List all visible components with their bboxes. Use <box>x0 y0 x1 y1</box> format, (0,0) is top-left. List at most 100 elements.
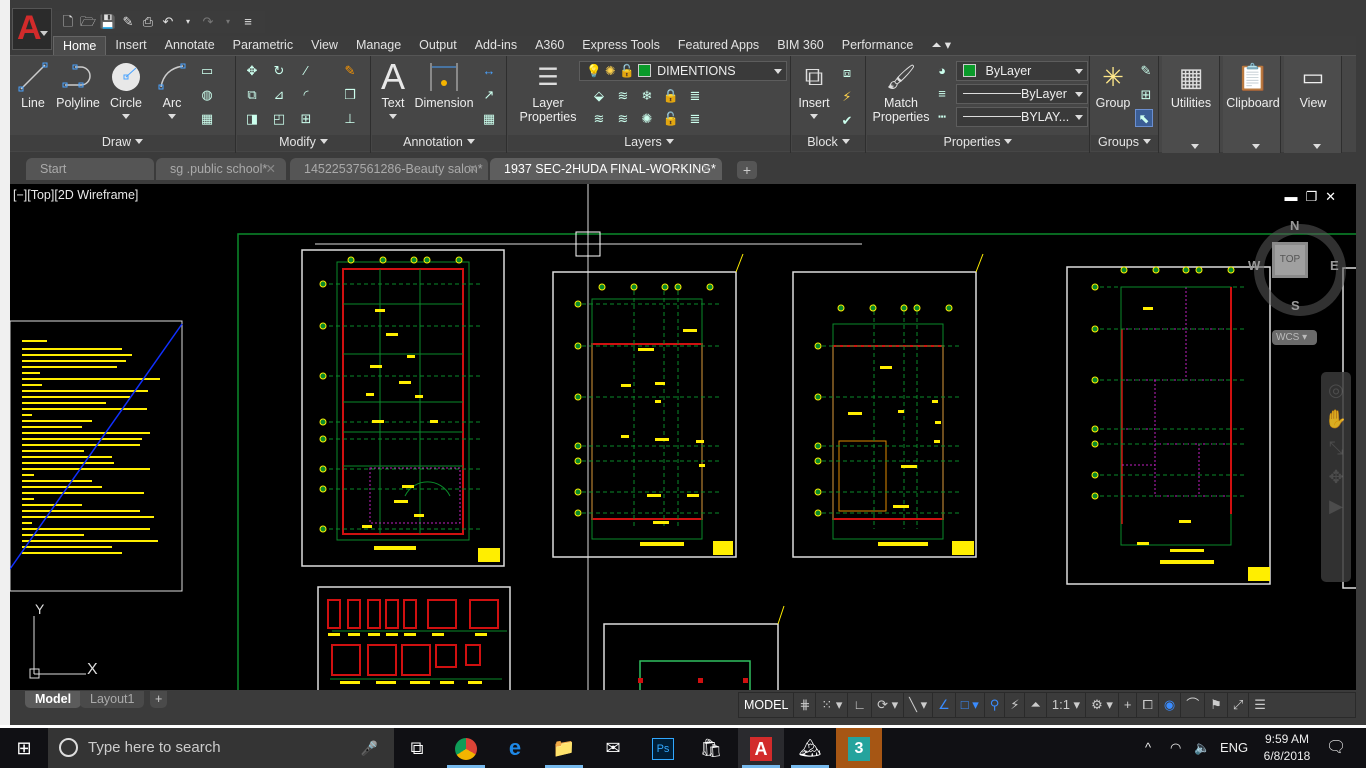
arc-button[interactable]: Arc <box>156 58 188 124</box>
circle-dropdown-icon[interactable] <box>122 114 130 119</box>
edit-attributes-icon[interactable]: ✔ <box>838 112 856 130</box>
new-file-icon[interactable]: 🗋 <box>59 14 77 30</box>
tab-view[interactable]: View <box>302 36 347 55</box>
autocad-taskbar-icon[interactable]: A <box>738 728 784 768</box>
showmotion-icon[interactable]: ▶ <box>1321 496 1351 517</box>
layer-dropdown[interactable]: 💡 ✺ 🔓 DIMENTIONS <box>579 61 787 81</box>
save-as-icon[interactable]: ✎ <box>119 14 137 30</box>
plot-icon[interactable]: ⎙ <box>139 14 157 30</box>
explode-icon[interactable]: ❒ <box>341 86 359 104</box>
group-selection-icon[interactable]: ⬉ <box>1135 109 1153 127</box>
model-space-button[interactable]: MODEL <box>739 693 795 717</box>
color-dropdown[interactable]: ByLayer <box>956 61 1088 81</box>
layer-copy-icon[interactable]: ≣ <box>686 87 704 105</box>
viewport-restore-icon[interactable]: ❐ <box>1305 189 1325 204</box>
add-layout-button[interactable]: + <box>150 691 168 708</box>
tab-manage[interactable]: Manage <box>347 36 410 55</box>
text-dropdown-icon[interactable] <box>389 114 397 119</box>
viewport-close-icon[interactable]: ✕ <box>1325 189 1344 204</box>
hatch-icon[interactable]: ◍ <box>198 86 216 104</box>
group-edit-icon[interactable]: ⊞ <box>1137 86 1155 104</box>
tab-annotate[interactable]: Annotate <box>156 36 224 55</box>
steering-wheel-icon[interactable]: ◎ <box>1321 380 1351 401</box>
dimension-button[interactable]: Dimension <box>414 58 474 110</box>
task-view-icon[interactable]: ⧉ <box>394 728 440 768</box>
ortho-icon[interactable]: ∟ <box>848 693 873 717</box>
file-explorer-icon[interactable]: 📁 <box>541 728 587 768</box>
object-snap-tracking-icon[interactable]: ∠ <box>933 693 956 717</box>
layer-unlock-icon[interactable]: 🔓 <box>619 64 635 78</box>
layer-lock-icon[interactable]: 🔒 <box>662 87 680 105</box>
tab-performance[interactable]: Performance <box>833 36 923 55</box>
layer-freeze-icon[interactable]: ❄ <box>638 87 656 105</box>
insert-dropdown-icon[interactable] <box>810 114 818 119</box>
photos-icon[interactable]: 🏔 <box>787 728 833 768</box>
wifi-icon[interactable]: ◠ <box>1170 728 1181 768</box>
layer-merge-icon[interactable]: ≣ <box>686 110 704 128</box>
pan-icon[interactable]: ✋ <box>1321 409 1351 430</box>
layer-isolate-icon[interactable]: ⬙ <box>590 87 608 105</box>
lineweight-dropdown[interactable]: ByLayer <box>956 84 1088 104</box>
graphics-performance-icon[interactable]: ⌒ <box>1181 693 1206 717</box>
circle-button[interactable]: Circle <box>108 58 144 124</box>
scale-icon[interactable]: ◰ <box>270 110 288 128</box>
move-icon[interactable]: ✥ <box>243 62 261 80</box>
chrome-icon[interactable] <box>443 728 489 768</box>
viewcube-top-face[interactable]: TOP <box>1275 245 1305 275</box>
layer-unlock-all-icon[interactable]: 🔓 <box>662 110 680 128</box>
mail-icon[interactable]: ✉ <box>590 728 636 768</box>
linetype-dropdown[interactable]: BYLAY... <box>956 107 1088 127</box>
customize-qat-icon[interactable]: ≡ <box>239 14 257 30</box>
auto-scale-icon[interactable]: ⚡ <box>1005 693 1026 717</box>
tab-express-tools[interactable]: Express Tools <box>573 36 669 55</box>
compass-east[interactable]: E <box>1330 258 1339 273</box>
annotation-visibility-icon[interactable]: ⚲ <box>985 693 1006 717</box>
block-panel-title[interactable]: Block <box>792 135 865 151</box>
snap-icon[interactable]: ⁙ ▾ <box>816 693 849 717</box>
draw-panel-title[interactable]: Draw <box>10 135 235 151</box>
annotation-scale-icon[interactable]: ⏶ <box>1025 693 1047 717</box>
show-hidden-icons[interactable]: ^ <box>1145 728 1151 768</box>
mirror-icon[interactable]: ⊿ <box>270 86 288 104</box>
file-tab-public-school[interactable]: sg .public school* ✕ <box>156 158 286 180</box>
rotate-icon[interactable]: ↻ <box>270 62 288 80</box>
tab-add-ins[interactable]: Add-ins <box>466 36 526 55</box>
open-file-icon[interactable]: 🗁 <box>79 14 97 30</box>
layer-walk-icon[interactable]: ≋ <box>614 110 632 128</box>
layer-on-icon[interactable]: 💡 <box>586 64 602 78</box>
redo-icon[interactable]: ↷ <box>199 14 217 30</box>
layer-thaw-icon[interactable]: ✺ <box>605 64 615 78</box>
compass-west[interactable]: W <box>1248 258 1260 273</box>
groups-panel-title[interactable]: Groups <box>1091 135 1158 151</box>
array-icon[interactable]: ⊞ <box>297 110 315 128</box>
stretch-icon[interactable]: ◨ <box>243 110 261 128</box>
ribbon-minimize-toggle[interactable]: ⏶ ▾ <box>922 36 960 55</box>
layer-thaw-all-icon[interactable]: ✺ <box>638 110 656 128</box>
taskbar-search-box[interactable]: Type here to search 🎤 <box>48 728 394 768</box>
ungroup-icon[interactable]: ✎ <box>1137 62 1155 80</box>
viewcube[interactable]: TOP <box>1272 242 1308 278</box>
customization-menu-icon[interactable]: ☰ <box>1249 693 1271 717</box>
properties-panel-title[interactable]: Properties <box>867 135 1089 151</box>
layers-panel-title[interactable]: Layers <box>508 135 790 151</box>
viewport-minimize-icon[interactable]: ▬ <box>1284 189 1305 204</box>
tab-a360[interactable]: A360 <box>526 36 573 55</box>
drawing-canvas[interactable]: [−][Top][2D Wireframe] ▬❐✕ TOP N S E W W… <box>10 184 1356 690</box>
photoshop-icon[interactable]: Ps <box>640 728 686 768</box>
tab-featured-apps[interactable]: Featured Apps <box>669 36 768 55</box>
group-button[interactable]: ✳ Group <box>1093 58 1133 111</box>
annotation-monitor-icon[interactable]: + <box>1119 693 1138 717</box>
viewport-controls-label[interactable]: [−][Top][2D Wireframe] <box>13 188 138 202</box>
layer-match-icon[interactable]: ≋ <box>614 87 632 105</box>
close-tab-icon[interactable]: ✕ <box>702 158 712 180</box>
linear-dim-icon[interactable]: ↔ <box>480 62 498 80</box>
file-tab-beauty-salon[interactable]: 14522537561286-Beauty salon* ✕ <box>290 158 488 180</box>
linetype-icon[interactable]: ┅ <box>933 108 951 126</box>
clean-screen-icon[interactable]: ⤢ <box>1228 693 1250 717</box>
match-properties-button[interactable]: 🖌 Match Properties <box>871 58 931 125</box>
isometric-icon[interactable]: ╲ ▾ <box>904 693 934 717</box>
clipboard-panel[interactable]: 📋 Clipboard <box>1223 56 1281 153</box>
text-button[interactable]: A Text <box>378 56 408 124</box>
fillet-icon[interactable]: ◜ <box>297 86 315 104</box>
ucs-menu[interactable]: WCS ▾ <box>1272 330 1317 345</box>
